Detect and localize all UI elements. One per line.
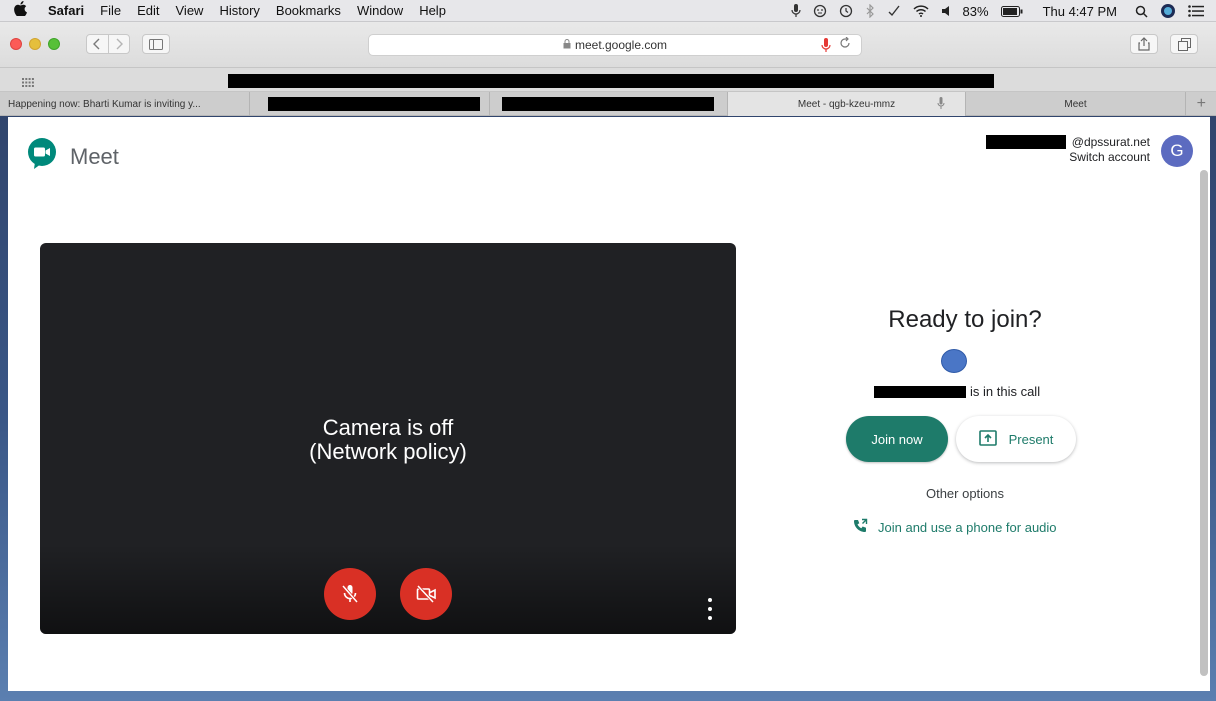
mic-off-icon [341, 585, 359, 603]
menu-file[interactable]: File [92, 3, 129, 18]
camera-off-button[interactable] [400, 568, 452, 620]
address-bar[interactable]: meet.google.com [368, 34, 862, 56]
sidebar-toggle-button[interactable] [142, 34, 170, 54]
back-button[interactable] [87, 35, 108, 53]
tab-redacted-1[interactable] [250, 92, 490, 116]
recording-microphone-icon[interactable] [821, 38, 831, 56]
notification-center-icon[interactable] [1182, 5, 1216, 17]
phone-audio-label: Join and use a phone for audio [878, 520, 1057, 535]
menu-view[interactable]: View [168, 3, 212, 18]
tab-meet-call[interactable]: Meet - qgb-kzeu-mmz [728, 92, 966, 116]
video-preview: Camera is off (Network policy) [40, 243, 736, 634]
redacted-tab-title [502, 97, 714, 111]
zoom-window-button[interactable] [48, 38, 60, 50]
page-scrollbar[interactable] [1200, 170, 1208, 676]
menu-clock[interactable]: Thu 4:47 PM [1029, 4, 1123, 19]
tab-happening-now[interactable]: Happening now: Bharti Kumar is inviting … [0, 92, 250, 116]
favorites-grid-icon[interactable] [22, 74, 34, 92]
menu-window[interactable]: Window [349, 3, 411, 18]
minimize-window-button[interactable] [29, 38, 41, 50]
siri-icon[interactable] [1154, 3, 1182, 19]
favorites-bar [0, 68, 1216, 92]
preview-gradient [40, 544, 736, 634]
tab-label: Meet [1064, 98, 1087, 110]
redacted-participant-name [874, 386, 966, 398]
switch-account-link[interactable]: Switch account [1069, 150, 1150, 165]
new-tab-button[interactable]: + [1186, 92, 1216, 115]
volume-icon[interactable] [935, 5, 957, 17]
menu-help[interactable]: Help [411, 3, 454, 18]
present-screen-icon [978, 429, 997, 449]
microphone-icon[interactable] [785, 4, 807, 18]
tab-meet[interactable]: Meet [966, 92, 1186, 116]
tab-label: Meet - qgb-kzeu-mmz [797, 98, 896, 110]
menu-history[interactable]: History [211, 3, 267, 18]
phone-audio-link[interactable]: Join and use a phone for audio [852, 518, 1057, 537]
meet-brand[interactable]: Meet [26, 138, 119, 175]
redacted-favorites [228, 74, 994, 88]
close-window-button[interactable] [10, 38, 22, 50]
battery-percent[interactable]: 83% [957, 4, 995, 19]
camera-off-message: Camera is off (Network policy) [40, 416, 736, 464]
reload-icon[interactable] [839, 36, 851, 52]
in-call-text: is in this call [970, 384, 1041, 399]
more-options-icon[interactable] [704, 598, 716, 620]
other-options-heading: Other options [925, 486, 1005, 501]
join-now-button[interactable]: Join now [846, 416, 948, 462]
menu-safari[interactable]: Safari [40, 3, 92, 18]
menu-edit[interactable]: Edit [129, 3, 167, 18]
battery-icon[interactable] [995, 5, 1029, 17]
check-icon[interactable] [881, 4, 907, 18]
tab-label: Happening now: Bharti Kumar is inviting … [8, 98, 201, 110]
history-nav [86, 34, 130, 54]
wifi-icon[interactable] [907, 5, 935, 17]
window-controls [10, 38, 60, 50]
redacted-account-name [986, 135, 1066, 149]
menu-bar: Safari File Edit View History Bookmarks … [0, 0, 1216, 22]
spotlight-icon[interactable] [1123, 5, 1154, 18]
account-avatar[interactable]: G [1161, 135, 1193, 167]
account-domain: @dpssurat.net [1071, 135, 1150, 149]
share-button[interactable] [1130, 34, 1158, 54]
tab-bar: Happening now: Bharti Kumar is inviting … [0, 92, 1216, 116]
ready-to-join-title: Ready to join? [888, 306, 1042, 333]
tab-overview-button[interactable] [1170, 34, 1198, 54]
participant-avatar [941, 349, 967, 373]
mic-off-button[interactable] [324, 568, 376, 620]
lock-icon [563, 38, 571, 52]
menu-bookmarks[interactable]: Bookmarks [268, 3, 349, 18]
tab-redacted-2[interactable] [490, 92, 728, 116]
meet-logo-icon [26, 138, 58, 175]
camera-off-line: Camera is off [322, 415, 454, 440]
url-text: meet.google.com [574, 38, 668, 52]
forward-button[interactable] [107, 35, 130, 53]
bluetooth-icon[interactable] [859, 4, 881, 18]
tab-microphone-icon [937, 97, 945, 113]
redacted-tab-title [268, 97, 480, 111]
product-name: Meet [70, 143, 119, 169]
cat-face-icon[interactable] [807, 4, 833, 18]
present-label: Present [1008, 431, 1054, 447]
network-policy-line: (Network policy) [309, 439, 467, 464]
apple-icon[interactable] [0, 1, 40, 20]
status-menus: 83% Thu 4:47 PM [785, 0, 1216, 22]
time-machine-icon[interactable] [833, 4, 859, 18]
present-button[interactable]: Present [956, 416, 1076, 462]
camera-off-icon [416, 584, 436, 604]
browser-toolbar: meet.google.com [0, 22, 1216, 68]
account-info: @dpssurat.net Switch account [1069, 135, 1150, 165]
phone-forward-icon [852, 518, 868, 537]
